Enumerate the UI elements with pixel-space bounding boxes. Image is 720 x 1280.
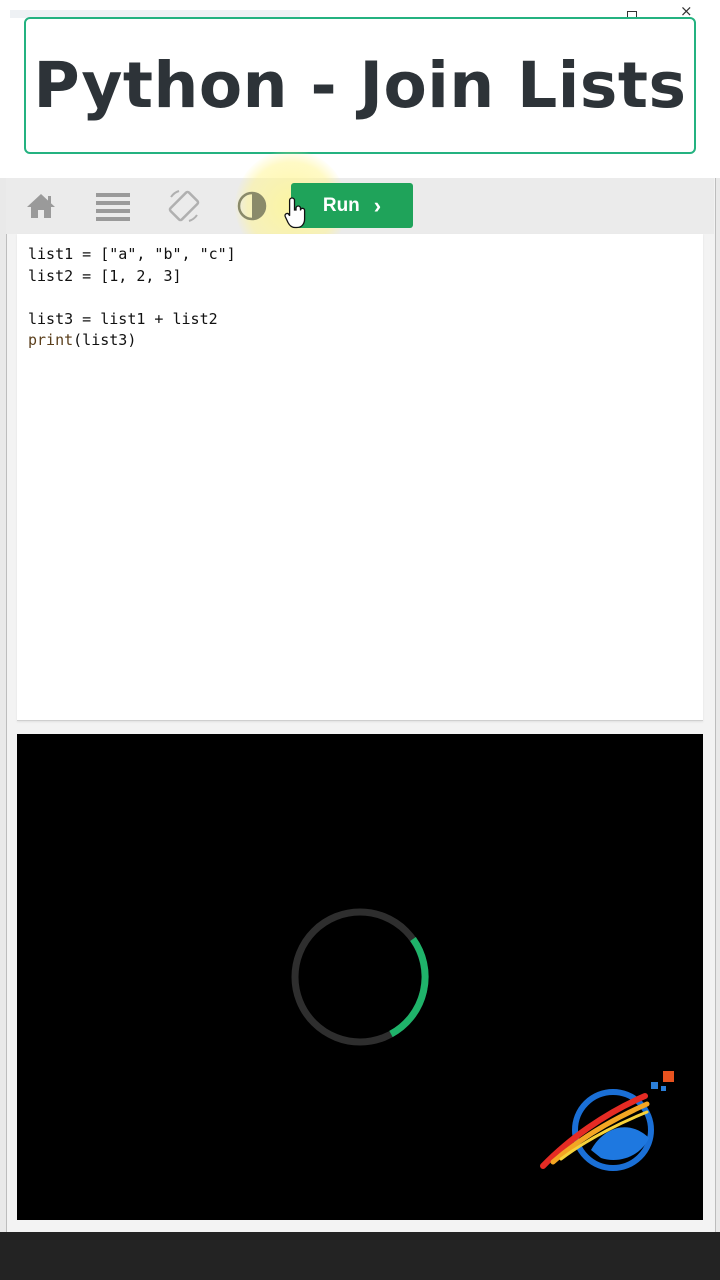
code-line: list2 = [1, 2, 3]	[28, 266, 182, 285]
hand-cursor-icon	[284, 197, 306, 229]
rotate-icon[interactable]	[165, 187, 203, 225]
run-button[interactable]: Run ›	[291, 183, 413, 228]
menu-icon[interactable]	[94, 187, 132, 225]
chevron-right-icon: ›	[373, 192, 382, 218]
run-button-label: Run	[322, 194, 360, 216]
code-line: list3 = list1 + list2	[28, 309, 218, 328]
contrast-icon[interactable]	[233, 187, 271, 225]
code-content: list1 = ["a", "b", "c"] list2 = [1, 2, 3]…	[28, 244, 236, 352]
bottom-bar	[0, 1232, 720, 1280]
output-panel	[17, 734, 703, 1220]
print-keyword: print	[28, 331, 74, 349]
channel-logo-icon	[540, 1071, 674, 1171]
code-editor[interactable]: list1 = ["a", "b", "c"] list2 = [1, 2, 3]…	[17, 234, 703, 721]
loading-spinner	[291, 908, 429, 1046]
title-bar: × Python - Join Lists	[0, 0, 720, 178]
code-line-print: print(list3)	[28, 330, 236, 352]
print-args: (list3)	[73, 331, 137, 349]
home-icon[interactable]	[22, 187, 60, 225]
page-title: Python - Join Lists	[33, 49, 687, 122]
title-banner: Python - Join Lists	[24, 17, 696, 154]
code-line: list1 = ["a", "b", "c"]	[28, 245, 236, 263]
